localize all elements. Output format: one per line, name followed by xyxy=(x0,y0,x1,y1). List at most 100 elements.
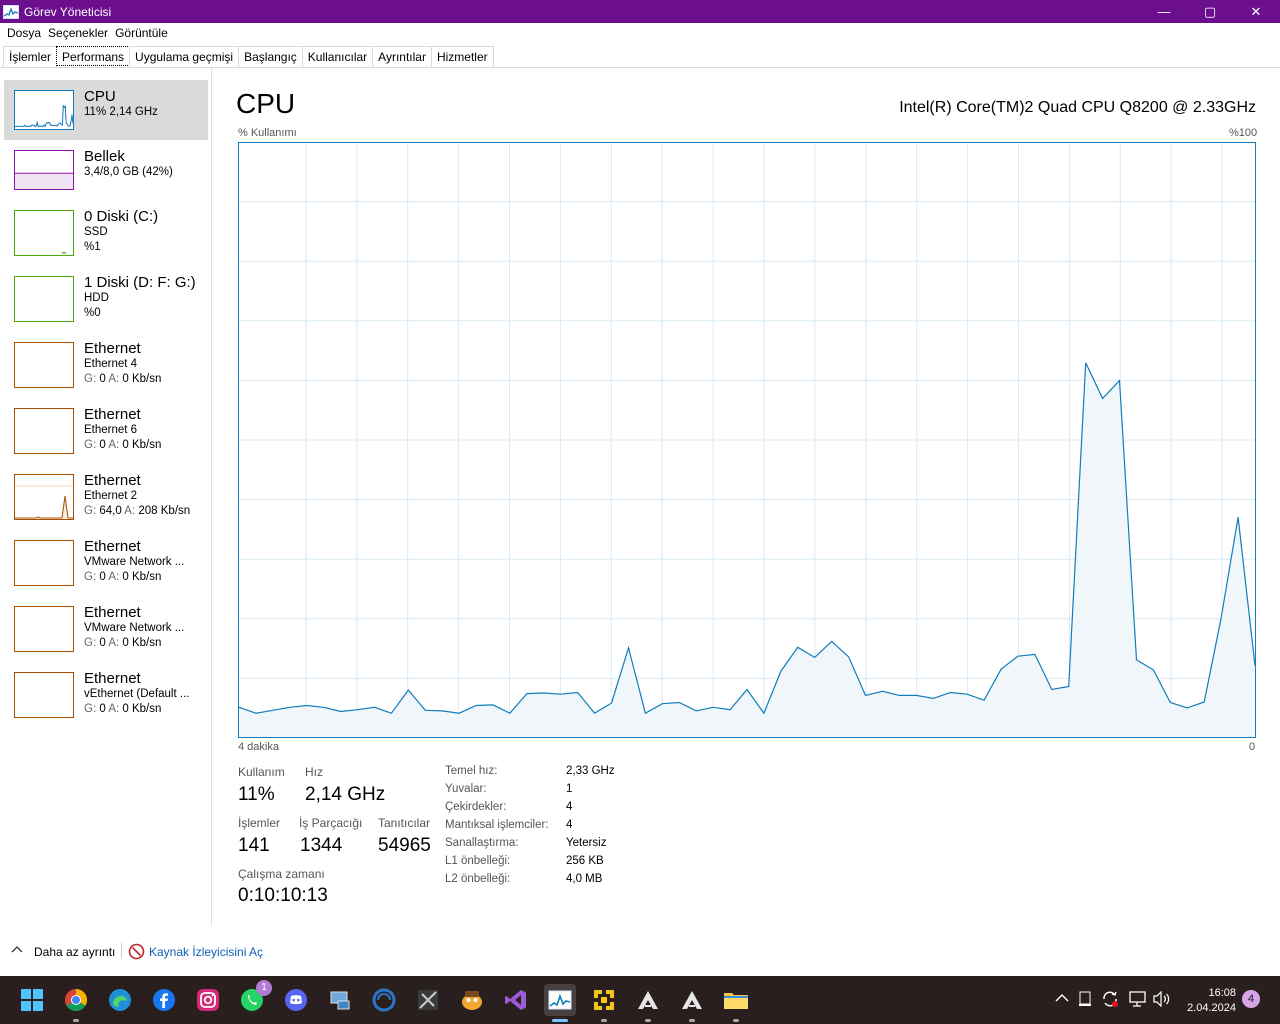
threads-value: 1344 xyxy=(300,835,343,856)
network-tool-icon[interactable] xyxy=(324,984,356,1016)
sidebar-item-name: Ethernet xyxy=(84,538,141,555)
tab-ayrintilar[interactable]: Ayrıntılar xyxy=(372,46,432,68)
sidebar-item-ethernet-6[interactable]: Ethernet vEthernet (Default ... G: 0 A: 0 … xyxy=(4,662,208,728)
tab-baslangic[interactable]: Başlangıç xyxy=(238,46,303,68)
sidebar-item-name: CPU xyxy=(84,88,116,105)
instagram-icon[interactable] xyxy=(192,984,224,1016)
tab-uygulama-gecmisi[interactable]: Uygulama geçmişi xyxy=(129,46,240,68)
sidebar-item-name: Ethernet xyxy=(84,604,141,621)
volume-tray-icon[interactable] xyxy=(1153,990,1171,1010)
task-manager-taskbar-icon[interactable] xyxy=(544,984,576,1022)
info-key: Mantıksal işlemciler: xyxy=(445,819,549,831)
sidebar-item-throughput: G: 0 A: 0 Kb/sn xyxy=(84,372,208,387)
info-value: 4,0 MB xyxy=(566,873,603,885)
tab-bar: İşlemler Performans Uygulama geçmişi Baş… xyxy=(3,46,494,68)
send-label: G: xyxy=(84,505,97,517)
launcher-b-running-indicator xyxy=(689,1019,695,1022)
send-value: 0 xyxy=(99,637,106,649)
network-tray-icon[interactable] xyxy=(1129,990,1147,1011)
sidebar-item-ethernet-2[interactable]: Ethernet Ethernet 6 G: 0 A: 0 Kb/sn xyxy=(4,398,208,464)
close-button[interactable]: ✕ xyxy=(1233,0,1279,23)
usage-axis-label: % Kullanımı xyxy=(238,127,297,139)
info-value: 4 xyxy=(566,819,573,831)
hacker-app-icon[interactable] xyxy=(412,984,444,1016)
info-key: Sanallaştırma: xyxy=(445,837,519,849)
uptime-label: Çalışma zamanı xyxy=(238,867,325,881)
sidebar-item-ethernet-4[interactable]: Ethernet VMware Network ... G: 0 A: 0 Kb/s… xyxy=(4,530,208,596)
sidebar-thumbnail-graph xyxy=(14,210,74,256)
file-explorer-icon[interactable] xyxy=(720,984,752,1022)
start-windows-icon[interactable] xyxy=(16,984,48,1016)
info-key: Yuvalar: xyxy=(445,783,487,795)
open-resource-monitor-link[interactable]: Kaynak İzleyicisini Aç xyxy=(149,945,263,959)
pet-game-icon[interactable] xyxy=(456,984,488,1016)
sync-tray-icon[interactable] xyxy=(1101,990,1119,1011)
send-label: G: xyxy=(84,637,97,649)
receive-label: A: xyxy=(124,505,136,517)
resource-monitor-icon[interactable] xyxy=(128,943,145,965)
pane-splitter[interactable] xyxy=(211,68,212,926)
tab-hizmetler[interactable]: Hizmetler xyxy=(430,46,494,68)
sidebar-thumbnail-graph xyxy=(14,150,74,190)
discord-icon[interactable] xyxy=(280,984,312,1016)
sidebar-item-detail: Ethernet 2 xyxy=(84,490,138,502)
tab-performans[interactable]: Performans xyxy=(56,46,131,66)
sidebar-item-disk-1[interactable]: 1 Diski (D: F: G:) HDD %0 xyxy=(4,266,208,332)
taskbar: 1 16:08 2.04.2024 4 xyxy=(0,976,1280,1024)
menu-goruntule[interactable]: Görüntüle xyxy=(115,26,168,40)
sidebar-item-name: Ethernet xyxy=(84,670,141,687)
launcher-b-icon[interactable] xyxy=(676,984,708,1022)
launcher-a-running-indicator xyxy=(645,1019,651,1022)
info-key: L1 önbelleği: xyxy=(445,855,511,867)
sidebar-item-ethernet-5[interactable]: Ethernet VMware Network ... G: 0 A: 0 Kb/s… xyxy=(4,596,208,662)
footer-separator xyxy=(121,943,122,959)
receive-value: 0 Kb/sn xyxy=(122,439,162,451)
sidebar-item-detail: SSD xyxy=(84,226,108,238)
task-manager-active-indicator xyxy=(552,1019,568,1022)
tab-divider xyxy=(0,67,1280,68)
sidebar-item-ethernet-3[interactable]: Ethernet Ethernet 2 G: 64,0 A: 208 Kb/sn xyxy=(4,464,208,530)
taskbar-clock[interactable]: 16:08 2.04.2024 xyxy=(1187,986,1236,1016)
sidebar-item-detail: Ethernet 6 xyxy=(84,424,138,436)
fewer-details-link[interactable]: Daha az ayrıntı xyxy=(34,945,115,959)
receive-label: A: xyxy=(108,571,120,583)
tab-kullanicilar[interactable]: Kullanıcılar xyxy=(301,46,374,68)
visual-studio-icon[interactable] xyxy=(500,984,532,1016)
storage-tray-icon[interactable] xyxy=(1079,991,1091,1010)
notification-count-badge[interactable]: 4 xyxy=(1242,990,1260,1008)
receive-value: 0 Kb/sn xyxy=(122,637,162,649)
sidebar-item-throughput: G: 64,0 A: 208 Kb/sn xyxy=(84,504,208,519)
arch-tool-icon[interactable] xyxy=(588,984,620,1022)
sidebar-item-name: Ethernet xyxy=(84,340,141,357)
task-manager-icon xyxy=(3,4,19,19)
sidebar-thumbnail-graph xyxy=(14,606,74,652)
whatsapp-icon[interactable]: 1 xyxy=(236,980,272,1016)
menu-secenekler[interactable]: Seçenekler xyxy=(48,26,108,40)
edge-icon[interactable] xyxy=(104,984,136,1016)
receive-value: 0 Kb/sn xyxy=(122,571,162,583)
sidebar-item-memory[interactable]: Bellek 3,4/8,0 GB (42%) xyxy=(4,140,208,200)
launcher-a-icon[interactable] xyxy=(632,984,664,1022)
sidebar-item-cpu[interactable]: CPU 11% 2,14 GHz xyxy=(4,80,208,140)
sidebar-item-name: Ethernet xyxy=(84,406,141,423)
sidebar-thumbnail-graph xyxy=(14,342,74,388)
sidebar-item-ethernet-1[interactable]: Ethernet Ethernet 4 G: 0 A: 0 Kb/sn xyxy=(4,332,208,398)
sidebar-item-name: 0 Diski (C:) xyxy=(84,208,159,225)
eclipse-icon[interactable] xyxy=(368,984,400,1016)
sidebar-item-disk-0[interactable]: 0 Diski (C:) SSD %1 xyxy=(4,200,208,266)
sidebar-item-detail: 3,4/8,0 GB (42%) xyxy=(84,166,173,178)
tab-islemler[interactable]: İşlemler xyxy=(3,46,58,68)
info-key: L2 önbelleği: xyxy=(445,873,511,885)
chevron-up-tray-icon[interactable] xyxy=(1055,992,1069,1006)
menu-dosya[interactable]: Dosya xyxy=(7,26,41,40)
sidebar-item-name: 1 Diski (D: F: G:) xyxy=(84,274,196,291)
chrome-icon[interactable] xyxy=(60,984,92,1022)
uptime-value: 0:10:10:13 xyxy=(238,885,328,906)
facebook-icon[interactable] xyxy=(148,984,180,1016)
maximize-button[interactable]: ▢ xyxy=(1187,0,1233,23)
receive-label: A: xyxy=(108,637,120,649)
minimize-button[interactable]: — xyxy=(1141,0,1187,23)
zero-axis-label: 0 xyxy=(1249,741,1256,753)
title-bar: Görev Yöneticisi — ▢ ✕ xyxy=(0,0,1280,23)
chevron-up-icon[interactable] xyxy=(11,944,23,958)
